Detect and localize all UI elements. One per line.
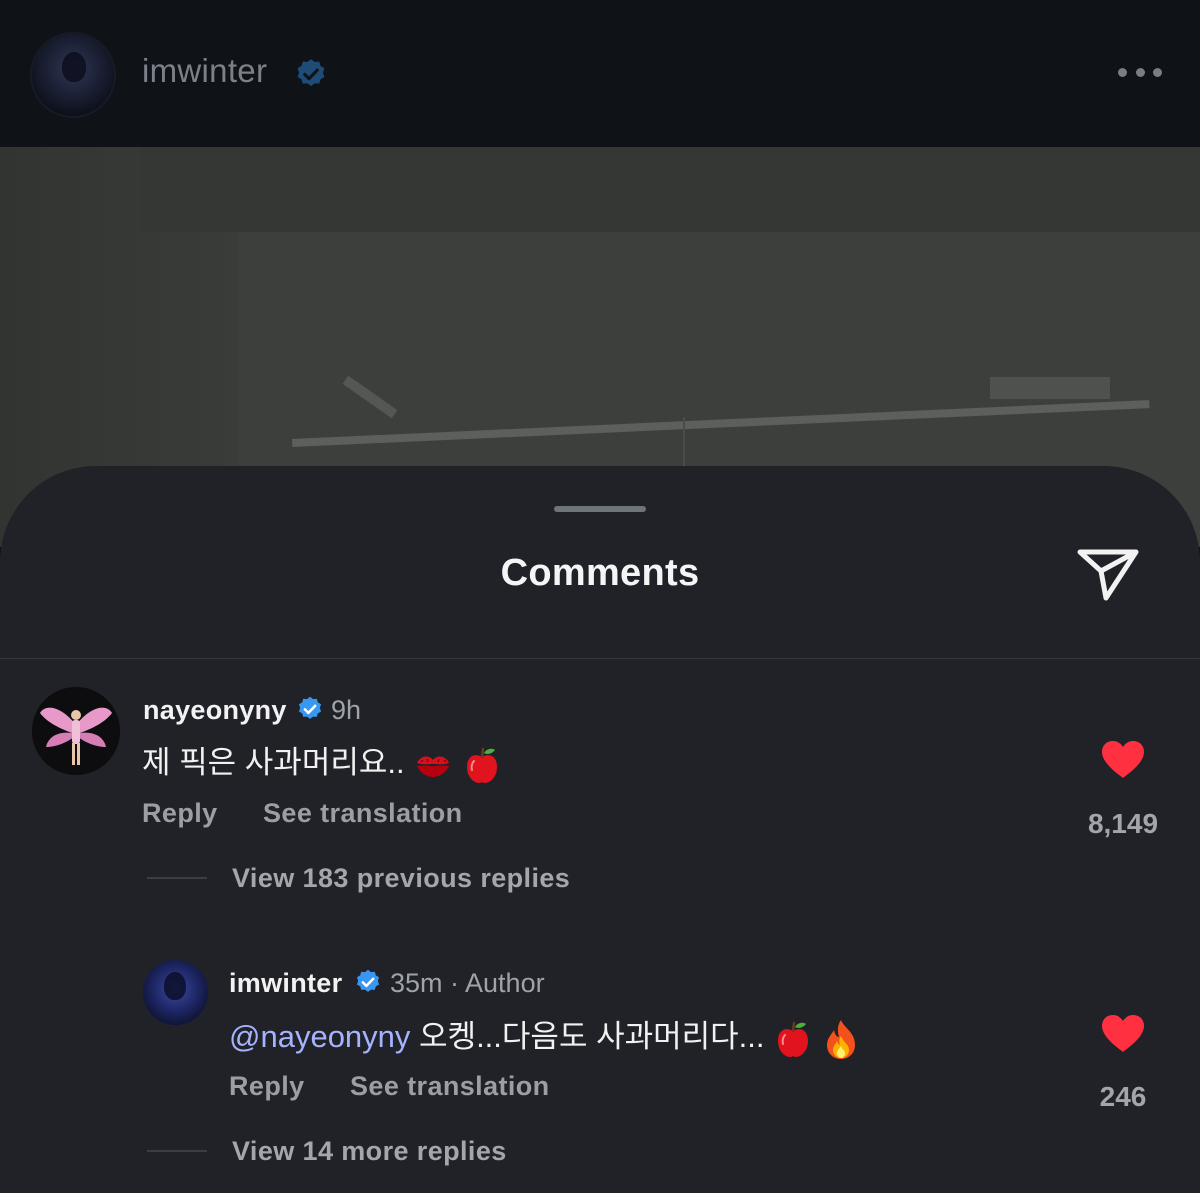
comment-body: 오켕...다음도 사과머리다... bbox=[410, 1019, 765, 1054]
mention-link[interactable]: @nayeonyny bbox=[229, 1019, 410, 1054]
comment-username[interactable]: imwinter bbox=[229, 968, 342, 999]
see-translation-button[interactable]: See translation bbox=[350, 1071, 550, 1102]
reply-button[interactable]: Reply bbox=[142, 798, 218, 829]
fire-icon bbox=[826, 1019, 855, 1059]
post-author-username[interactable]: imwinter bbox=[142, 52, 267, 90]
comment-username[interactable]: nayeonyny bbox=[143, 695, 287, 726]
thread-line bbox=[147, 877, 207, 879]
kiss-mark-icon bbox=[417, 756, 450, 777]
like-count: 246 bbox=[1099, 1081, 1147, 1112]
comment-avatar[interactable] bbox=[143, 960, 208, 1025]
instagram-post-screen: imwinter Comments nayeonyny 9h 제 픽은 사과머리… bbox=[0, 0, 1200, 1193]
post-author-avatar[interactable] bbox=[30, 32, 116, 118]
reply-button[interactable]: Reply bbox=[229, 1071, 305, 1102]
comments-sheet: Comments nayeonyny 9h 제 픽은 사과머리요.. Reply… bbox=[0, 466, 1200, 1193]
comment-timestamp: 9h bbox=[331, 695, 362, 725]
thread-line bbox=[147, 1150, 207, 1152]
sheet-drag-handle[interactable] bbox=[554, 506, 646, 512]
comment-avatar[interactable] bbox=[32, 687, 120, 775]
send-icon[interactable] bbox=[1074, 544, 1142, 604]
comment-text: @nayeonyny 오켕...다음도 사과머리다... bbox=[229, 1011, 860, 1060]
like-count: 8,149 bbox=[1087, 808, 1159, 839]
verified-badge-icon bbox=[297, 59, 325, 87]
see-translation-button[interactable]: See translation bbox=[263, 798, 463, 829]
sheet-title: Comments bbox=[500, 552, 700, 594]
comment-timestamp: 35m · Author bbox=[390, 968, 545, 998]
verified-badge-icon bbox=[298, 696, 322, 719]
more-options-icon[interactable] bbox=[1118, 64, 1162, 80]
post-header: imwinter bbox=[0, 0, 1200, 147]
red-apple-icon bbox=[466, 747, 497, 783]
heart-icon[interactable] bbox=[1100, 1014, 1146, 1054]
comment-body: 제 픽은 사과머리요.. bbox=[142, 745, 405, 780]
view-more-replies-button[interactable]: View 14 more replies bbox=[232, 1136, 507, 1167]
comment-text: 제 픽은 사과머리요.. bbox=[142, 737, 502, 785]
view-previous-replies-button[interactable]: View 183 previous replies bbox=[232, 863, 570, 894]
heart-icon[interactable] bbox=[1100, 740, 1146, 780]
sheet-divider bbox=[0, 658, 1200, 659]
red-apple-icon bbox=[778, 1021, 809, 1057]
verified-badge-icon bbox=[356, 969, 380, 992]
